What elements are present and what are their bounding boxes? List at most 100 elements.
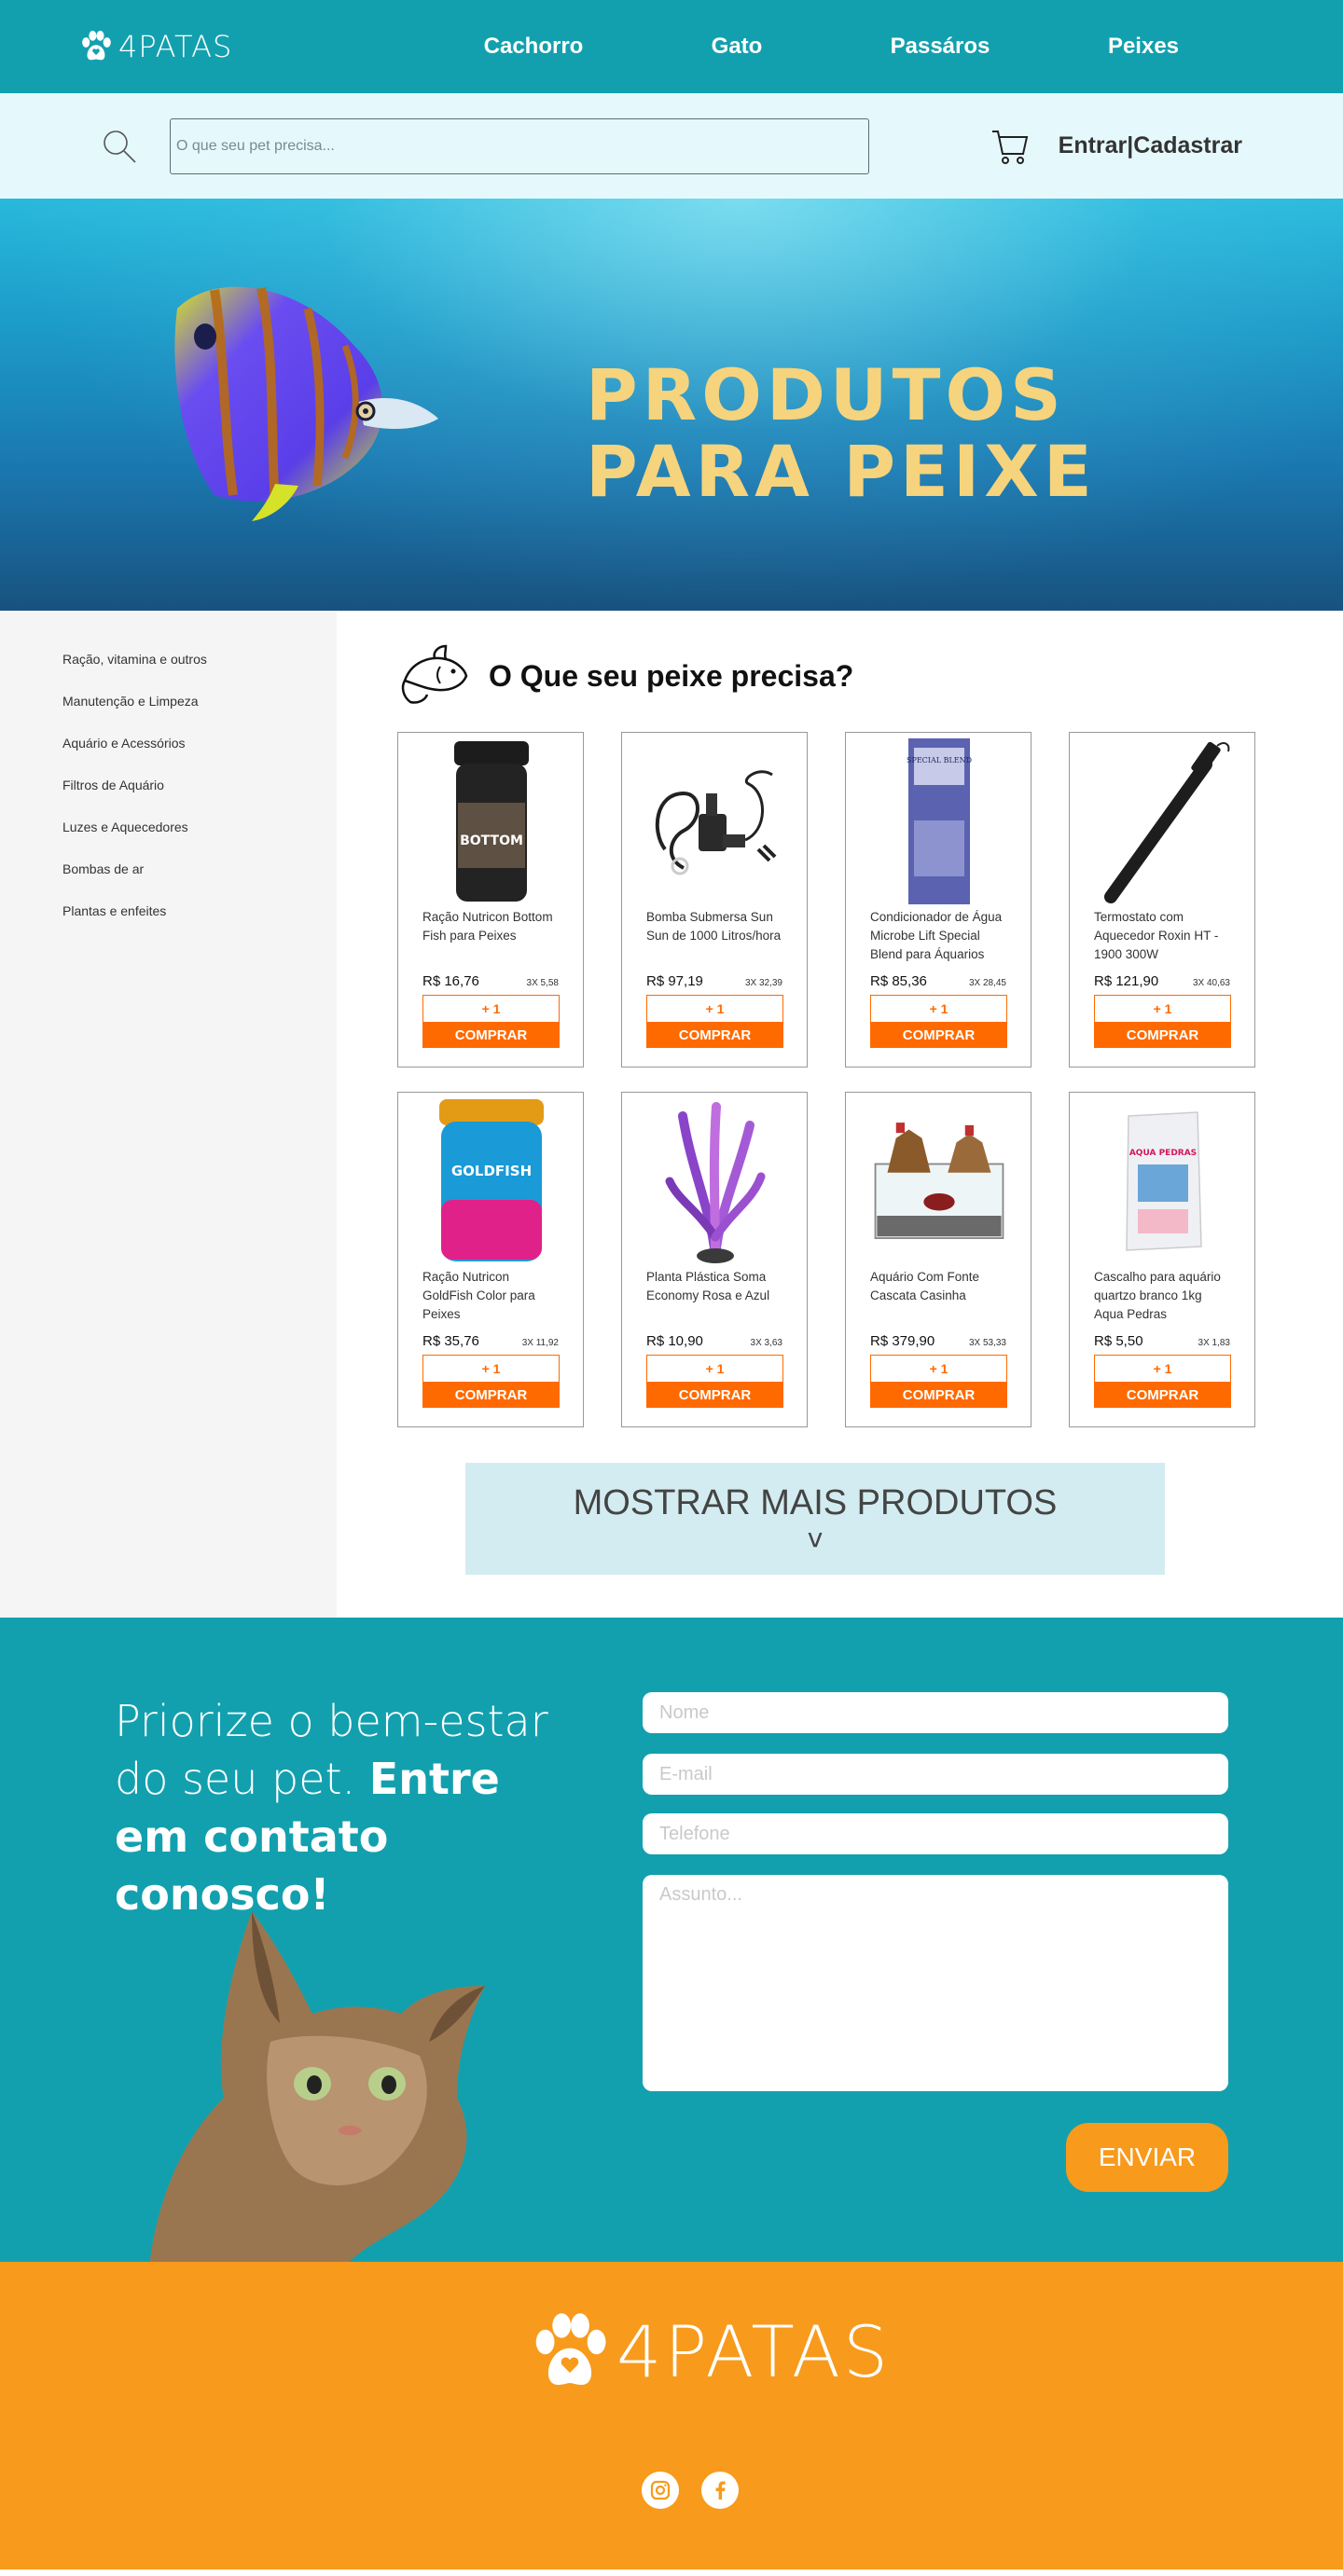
show-more-button[interactable]: MOSTRAR MAIS PRODUTOS v bbox=[465, 1463, 1165, 1575]
buy-button[interactable]: COMPRAR bbox=[1094, 1023, 1231, 1048]
section-title: O Que seu peixe precisa? bbox=[489, 658, 854, 693]
product-installment: 3X 28,45 bbox=[968, 978, 1006, 988]
sidebar-item-luzes[interactable]: Luzes e Aquecedores bbox=[0, 818, 337, 860]
product-image[interactable] bbox=[1094, 737, 1232, 906]
product-grid: BOTTOM Ração Nutricon Bottom Fish para P… bbox=[397, 732, 1343, 1427]
product-prices: R$ 10,90 3X 3,63 bbox=[646, 1333, 782, 1349]
product-prices: R$ 379,90 3X 53,33 bbox=[870, 1333, 1006, 1349]
buy-button[interactable]: COMPRAR bbox=[422, 1023, 560, 1048]
contact-heading: Priorize o bem-estar do seu pet. Entre e… bbox=[115, 1692, 553, 1923]
hero-title: PRODUTOS PARA PEIXE bbox=[586, 357, 1097, 510]
product-image[interactable] bbox=[646, 1096, 784, 1266]
facebook-icon[interactable] bbox=[701, 2472, 739, 2509]
add-one-button[interactable]: + 1 bbox=[1094, 1355, 1231, 1383]
buy-button[interactable]: COMPRAR bbox=[870, 1383, 1007, 1408]
sidebar-item-bombas[interactable]: Bombas de ar bbox=[0, 860, 337, 902]
product-name[interactable]: Bomba Submersa Sun Sun de 1000 Litros/ho… bbox=[646, 908, 782, 973]
product-image[interactable]: AQUA PEDRAS bbox=[1094, 1096, 1232, 1266]
instagram-icon[interactable] bbox=[642, 2472, 679, 2509]
product-name[interactable]: Ração Nutricon GoldFish Color para Peixe… bbox=[422, 1268, 559, 1333]
product-name[interactable]: Planta Plástica Soma Economy Rosa e Azul bbox=[646, 1268, 782, 1333]
product-name[interactable]: Cascalho para aquário quartzo branco 1kg… bbox=[1094, 1268, 1230, 1333]
footer-logo-text: 4PATAS bbox=[616, 2310, 892, 2393]
product-card[interactable]: Planta Plástica Soma Economy Rosa e Azul… bbox=[621, 1092, 808, 1427]
nav-item-gato[interactable]: Gato bbox=[635, 34, 838, 60]
fish-outline-icon bbox=[401, 644, 468, 704]
search-icon[interactable] bbox=[101, 128, 138, 165]
footer-logo[interactable]: 4PATAS bbox=[529, 2310, 891, 2393]
email-field[interactable] bbox=[643, 1754, 1228, 1795]
product-card[interactable]: AQUA PEDRAS Cascalho para aquário quartz… bbox=[1069, 1092, 1255, 1427]
nav-item-passaros[interactable]: Passáros bbox=[838, 34, 1042, 60]
product-price: R$ 35,76 bbox=[422, 1333, 479, 1349]
product-image[interactable] bbox=[870, 1096, 1008, 1266]
buy-button[interactable]: COMPRAR bbox=[870, 1023, 1007, 1048]
buy-button[interactable]: COMPRAR bbox=[646, 1383, 783, 1408]
product-installment: 3X 1,83 bbox=[1198, 1338, 1230, 1348]
product-name[interactable]: Condicionador de Água Microbe Lift Speci… bbox=[870, 908, 1006, 973]
chevron-down-icon: v bbox=[807, 1522, 824, 1553]
cat-image bbox=[149, 1911, 485, 2262]
product-image[interactable]: SPECIAL BLEND bbox=[870, 737, 1008, 906]
product-label-text: AQUA PEDRAS bbox=[1129, 1149, 1197, 1158]
product-name[interactable]: Termostato com Aquecedor Roxin HT - 1900… bbox=[1094, 908, 1230, 973]
add-one-button[interactable]: + 1 bbox=[1094, 995, 1231, 1023]
add-one-button[interactable]: + 1 bbox=[422, 1355, 560, 1383]
product-card[interactable]: Termostato com Aquecedor Roxin HT - 1900… bbox=[1069, 732, 1255, 1068]
product-label-text: SPECIAL BLEND bbox=[907, 756, 972, 765]
nav-item-cachorro[interactable]: Cachorro bbox=[432, 34, 635, 60]
cart-icon[interactable] bbox=[990, 126, 1031, 167]
sidebar-item-aquario[interactable]: Aquário e Acessórios bbox=[0, 734, 337, 776]
buy-button[interactable]: COMPRAR bbox=[646, 1023, 783, 1048]
footer: 4PATAS bbox=[0, 2262, 1343, 2569]
sidebar-item-racao[interactable]: Ração, vitamina e outros bbox=[0, 650, 337, 692]
sidebar-item-plantas[interactable]: Plantas e enfeites bbox=[0, 902, 337, 944]
show-more-label: MOSTRAR MAIS PRODUTOS bbox=[573, 1483, 1058, 1522]
product-installment: 3X 11,92 bbox=[521, 1338, 559, 1348]
login-register-link[interactable]: Entrar|Cadastrar bbox=[1059, 132, 1242, 159]
product-label-text: GOLDFISH bbox=[451, 1163, 532, 1179]
add-one-button[interactable]: + 1 bbox=[422, 995, 560, 1023]
sidebar-item-filtros[interactable]: Filtros de Aquário bbox=[0, 776, 337, 818]
product-image[interactable] bbox=[646, 737, 784, 906]
product-prices: R$ 16,76 3X 5,58 bbox=[422, 973, 559, 989]
gravel-bag-icon: AQUA PEDRAS bbox=[1126, 1111, 1202, 1251]
add-one-button[interactable]: + 1 bbox=[646, 1355, 783, 1383]
brand-logo[interactable]: 4PATAS bbox=[79, 29, 232, 64]
send-button[interactable]: ENVIAR bbox=[1066, 2123, 1228, 2192]
product-price: R$ 379,90 bbox=[870, 1333, 935, 1349]
product-prices: R$ 35,76 3X 11,92 bbox=[422, 1333, 559, 1349]
add-one-button[interactable]: + 1 bbox=[870, 1355, 1007, 1383]
product-card[interactable]: BOTTOM Ração Nutricon Bottom Fish para P… bbox=[397, 732, 584, 1068]
section-header: O Que seu peixe precisa? bbox=[397, 639, 1343, 713]
nav-item-peixes[interactable]: Peixes bbox=[1042, 34, 1245, 60]
plant-icon bbox=[665, 1102, 766, 1263]
contact-section: Priorize o bem-estar do seu pet. Entre e… bbox=[0, 1618, 1343, 2262]
search-input[interactable] bbox=[170, 117, 869, 174]
product-image[interactable]: GOLDFISH bbox=[422, 1096, 561, 1266]
buy-button[interactable]: COMPRAR bbox=[1094, 1383, 1231, 1408]
phone-field[interactable] bbox=[643, 1813, 1228, 1854]
product-name[interactable]: Ração Nutricon Bottom Fish para Peixes bbox=[422, 908, 559, 973]
product-card[interactable]: Aquário Com Fonte Cascata Casinha R$ 379… bbox=[845, 1092, 1031, 1427]
product-card[interactable]: GOLDFISH Ração Nutricon GoldFish Color p… bbox=[397, 1092, 584, 1427]
product-installment: 3X 3,63 bbox=[750, 1338, 782, 1348]
butterflyfish-image bbox=[174, 286, 438, 521]
subject-field[interactable] bbox=[643, 1875, 1228, 2091]
product-image[interactable]: BOTTOM bbox=[422, 737, 561, 906]
product-card[interactable]: SPECIAL BLEND Condicionador de Água Micr… bbox=[845, 732, 1031, 1068]
food-jar-icon: GOLDFISH bbox=[439, 1099, 544, 1261]
product-card[interactable]: Bomba Submersa Sun Sun de 1000 Litros/ho… bbox=[621, 732, 808, 1068]
name-field[interactable] bbox=[643, 1692, 1228, 1733]
product-prices: R$ 121,90 3X 40,63 bbox=[1094, 973, 1230, 989]
pump-icon bbox=[655, 770, 777, 875]
product-installment: 3X 53,33 bbox=[968, 1338, 1006, 1348]
sidebar-item-manutencao[interactable]: Manutenção e Limpeza bbox=[0, 692, 337, 734]
add-one-button[interactable]: + 1 bbox=[646, 995, 783, 1023]
add-one-button[interactable]: + 1 bbox=[870, 995, 1007, 1023]
hero-title-line-1: PRODUTOS bbox=[586, 353, 1066, 436]
heater-icon bbox=[1104, 741, 1230, 903]
product-name[interactable]: Aquário Com Fonte Cascata Casinha bbox=[870, 1268, 1006, 1333]
buy-button[interactable]: COMPRAR bbox=[422, 1383, 560, 1408]
product-installment: 3X 40,63 bbox=[1192, 978, 1230, 988]
